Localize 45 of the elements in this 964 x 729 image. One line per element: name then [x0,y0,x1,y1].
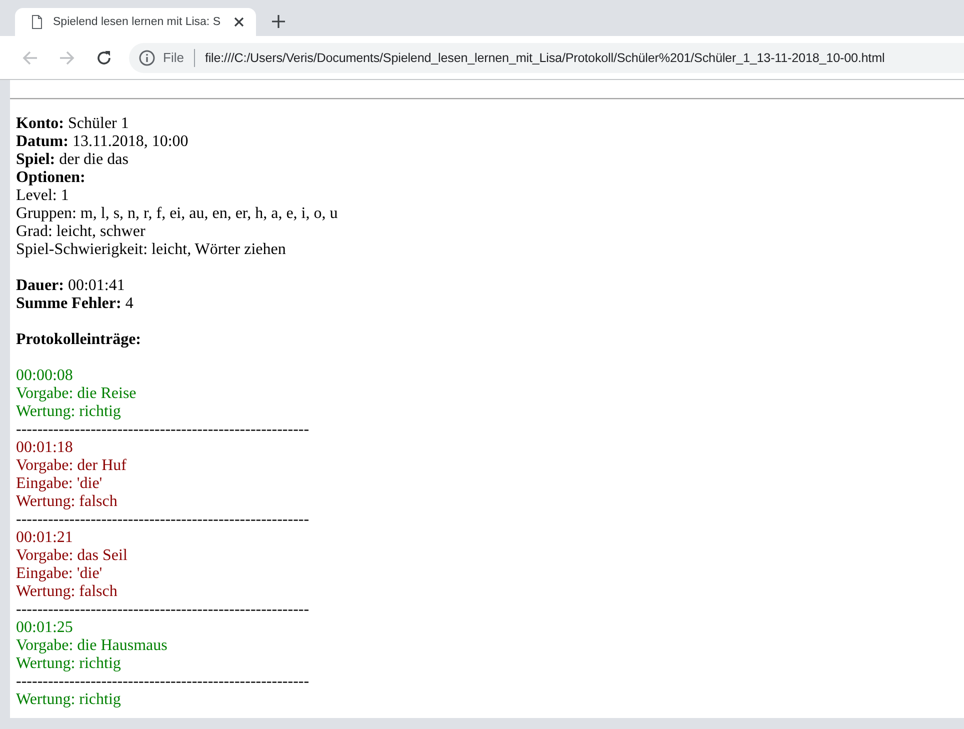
log-line: Vorgabe: das Seil [16,547,128,564]
option-text: Spiel-Schwierigkeit: leicht, Wörter ziehen [16,241,286,258]
field-label: Konto: [16,115,64,132]
log-line: Wertung: falsch [16,583,118,600]
log-line: Wertung: richtig [16,403,121,420]
log-line: 00:01:21 [16,529,73,546]
field-label: Dauer: [16,277,64,294]
separator-text: ------------------------------------------------------- [16,673,310,690]
option-text: Gruppen: m, l, s, n, r, f, ei, au, en, er, h, a, e, i, o, u [16,205,338,222]
option-text: Level: 1 [16,187,69,204]
separator-text: ------------------------------------------------------- [16,421,310,438]
field-value: 4 [125,295,134,312]
close-icon[interactable] [234,17,244,27]
reload-icon[interactable] [96,50,112,66]
browser-tab[interactable]: Spielend lesen lernen mit Lisa: S [15,8,256,36]
option-text: Grad: leicht, schwer [16,223,146,240]
log-line: 00:01:18 [16,439,73,456]
tab-title: Spielend lesen lernen mit Lisa: S [53,16,222,28]
info-icon [139,50,155,66]
log-line: Wertung: richtig [16,655,121,672]
field-value: Schüler 1 [68,115,129,132]
log-line: Eingabe: 'die' [16,565,102,582]
scheme-label: File [163,50,184,65]
separator-text: ------------------------------------------------------- [16,511,310,528]
new-tab-icon[interactable] [272,15,285,28]
field-value: 00:01:41 [68,277,125,294]
separator-text: ------------------------------------------------------- [16,601,310,618]
section-title: Protokolleinträge: [16,331,142,348]
field-label: Optionen: [16,169,86,186]
log-line: 00:01:25 [16,619,73,636]
url-text: file:///C:/Users/Veris/Documents/Spielend_lesen_lernen_mit_Lisa/Protokoll/Schüler%201/Schüler_1_13-11-2018_10-00.html [204,50,885,64]
field-label: Summe Fehler: [16,295,122,312]
log-line: Vorgabe: die Hausmaus [16,637,168,654]
log-line: Wertung: falsch [16,493,118,510]
log-line: 00:00:08 [16,367,73,384]
log-line: Vorgabe: die Reise [16,385,136,402]
field-value: der die das [59,151,128,168]
log-line: Vorgabe: der Huf [16,457,126,474]
address-bar[interactable]: File file:///C:/Users/Veris/Documents/Spielend_lesen_lernen_mit_Lisa/Protokoll/Schüler%201/Schüler_1_13-11-2018_10-00.html [129,42,964,72]
field-label: Spiel: [16,151,56,168]
field-value: 13.11.2018, 10:00 [72,133,188,150]
log-line: Wertung: richtig [16,691,121,708]
document-icon [31,15,43,29]
log-line: Eingabe: 'die' [16,475,102,492]
field-label: Datum: [16,133,68,150]
